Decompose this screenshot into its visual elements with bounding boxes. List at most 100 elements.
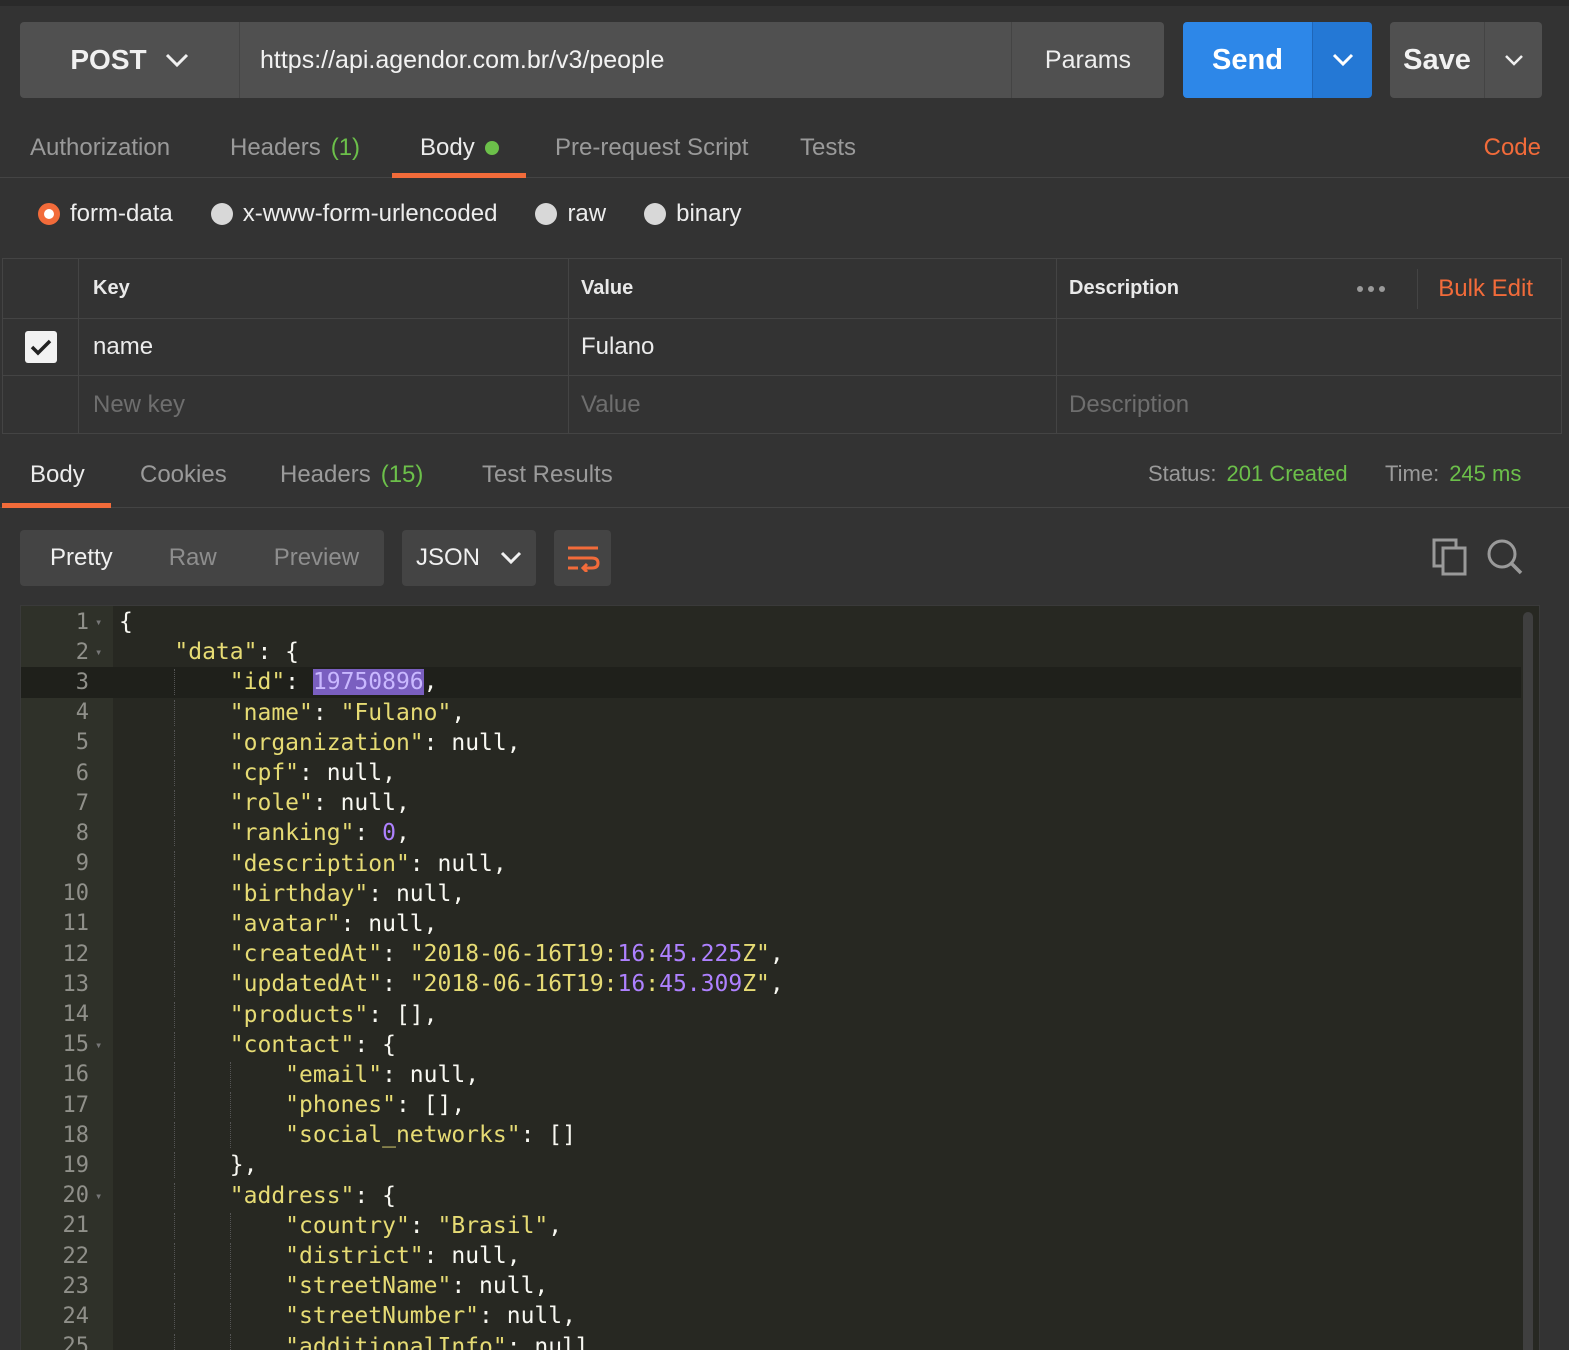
new-value-input[interactable]: Value [569, 376, 1057, 433]
fold-arrow-icon[interactable]: ▾ [89, 615, 113, 629]
radio-label: binary [676, 200, 742, 227]
fold-arrow-icon[interactable]: ▾ [89, 1189, 113, 1203]
tab-tests[interactable]: Tests [800, 118, 856, 178]
chevron-down-icon [1332, 53, 1353, 67]
divider [1417, 269, 1418, 309]
indent-guide [229, 1122, 231, 1149]
code-text: "district": null, [113, 1243, 521, 1270]
indent-guide [174, 1333, 176, 1350]
code-line: 9 "description": null, [21, 849, 1521, 879]
description-input[interactable] [1057, 319, 1561, 375]
editor-scrollbar[interactable] [1523, 612, 1533, 1350]
tab-body[interactable]: Body [420, 118, 499, 178]
line-number: 20 [62, 1183, 90, 1209]
code-line: 5 "organization": null, [21, 728, 1521, 758]
tab-label: Authorization [30, 134, 171, 161]
tab-test-results[interactable]: Test Results [482, 446, 613, 504]
tab-label: Body [30, 461, 85, 488]
indent-guide [174, 850, 176, 877]
format-select[interactable]: JSON [402, 530, 536, 586]
code-line: 23 "streetName": null, [21, 1271, 1521, 1301]
code-line: 2 ▾ "data": { [21, 637, 1521, 667]
indent-guide [174, 790, 176, 817]
search-icon[interactable] [1486, 538, 1524, 581]
radio-binary[interactable]: binary [644, 200, 741, 228]
code-line: 10 "birthday": null, [21, 879, 1521, 909]
tab-response-body[interactable]: Body [30, 446, 85, 504]
indent-guide [174, 669, 176, 696]
line-number: 12 [62, 941, 90, 967]
code-line: 21 "country": "Brasil", [21, 1211, 1521, 1241]
new-key-input[interactable]: New key [79, 376, 569, 433]
radio-x-www-form-urlencoded[interactable]: x-www-form-urlencoded [210, 200, 498, 228]
line-number: 1 [75, 609, 89, 635]
chevron-down-icon [1504, 55, 1523, 66]
tab-label: Headers [280, 461, 371, 488]
response-body-editor[interactable]: 1 ▾{2 ▾ "data": {3 "id": 19750896, 4 "name"… [20, 605, 1540, 1350]
new-description-input[interactable]: Description [1057, 376, 1561, 433]
tab-label: Pre-request Script [555, 134, 749, 161]
radio-form-data[interactable]: form-data [38, 200, 173, 228]
status-readout: Status: 201 Created [1148, 446, 1348, 502]
code-text: "social_networks": [] [113, 1122, 576, 1149]
row-checkbox[interactable] [24, 331, 57, 363]
tab-cookies[interactable]: Cookies [140, 446, 227, 504]
send-dropdown-button[interactable] [1312, 22, 1372, 98]
line-number: 8 [75, 820, 89, 846]
headers-count: (15) [380, 461, 424, 488]
header-description: Description [1069, 277, 1180, 299]
view-raw[interactable]: Raw [169, 544, 217, 572]
indent-guide [174, 820, 176, 847]
chevron-down-icon [165, 53, 188, 68]
radio-label: raw [567, 200, 607, 227]
indent-guide [229, 1333, 231, 1350]
params-button[interactable]: Params [1012, 22, 1164, 98]
code-text: "updatedAt": "2018-06-16T19:16:45.309Z", [113, 971, 784, 998]
view-preview[interactable]: Preview [274, 544, 359, 572]
radio-raw[interactable]: raw [535, 200, 606, 228]
tab-headers[interactable]: Headers (1) [230, 118, 360, 178]
more-options-icon[interactable] [1357, 259, 1385, 319]
view-mode-group: Pretty Raw Preview [20, 530, 384, 586]
fold-arrow-icon[interactable]: ▾ [89, 645, 113, 659]
line-number: 13 [62, 971, 90, 997]
wrap-lines-button[interactable] [554, 530, 611, 586]
indent-guide [229, 1273, 231, 1300]
save-button[interactable]: Save [1390, 22, 1484, 98]
format-label: JSON [415, 544, 480, 571]
tab-pre-request-script[interactable]: Pre-request Script [555, 118, 748, 178]
indent-guide [174, 1212, 176, 1239]
line-number: 25 [62, 1334, 90, 1350]
view-pretty[interactable]: Pretty [50, 544, 113, 572]
line-number: 14 [62, 1002, 90, 1028]
bulk-edit-link[interactable]: Bulk Edit [1438, 259, 1533, 319]
radio-label: x-www-form-urlencoded [242, 200, 498, 227]
tab-authorization[interactable]: Authorization [30, 118, 170, 178]
tab-label: Cookies [140, 461, 227, 488]
fold-arrow-icon[interactable]: ▾ [89, 1038, 113, 1052]
code-lines: 1 ▾{2 ▾ "data": {3 "id": 19750896, 4 "name"… [21, 607, 1521, 1350]
body-active-dot [484, 141, 499, 155]
method-label: POST [70, 44, 147, 75]
save-dropdown-button[interactable] [1484, 22, 1542, 98]
tab-label: Body [420, 134, 475, 161]
status-label: Status: [1148, 461, 1217, 486]
key-input[interactable]: name [79, 319, 569, 375]
copy-icon[interactable] [1432, 538, 1468, 581]
code-text: "role": null, [113, 790, 410, 817]
radio-label: form-data [70, 200, 173, 227]
code-link[interactable]: Code [1484, 118, 1541, 178]
code-text: "streetName": null, [113, 1273, 548, 1300]
tab-response-headers[interactable]: Headers (15) [280, 446, 423, 504]
body-type-radios: form-data x-www-form-urlencoded raw bina… [38, 192, 779, 236]
radio-selected-icon [38, 203, 60, 225]
line-number: 11 [62, 911, 90, 937]
code-text: "products": [], [113, 1001, 438, 1028]
method-select[interactable]: POST [20, 22, 240, 98]
value-input[interactable]: Fulano [569, 319, 1057, 375]
send-button[interactable]: Send [1183, 22, 1312, 98]
code-text: "description": null, [113, 850, 507, 877]
headers-count: (1) [330, 134, 361, 161]
active-tab-underline [2, 503, 111, 508]
url-input[interactable]: https://api.agendor.com.br/v3/people [240, 22, 1012, 98]
